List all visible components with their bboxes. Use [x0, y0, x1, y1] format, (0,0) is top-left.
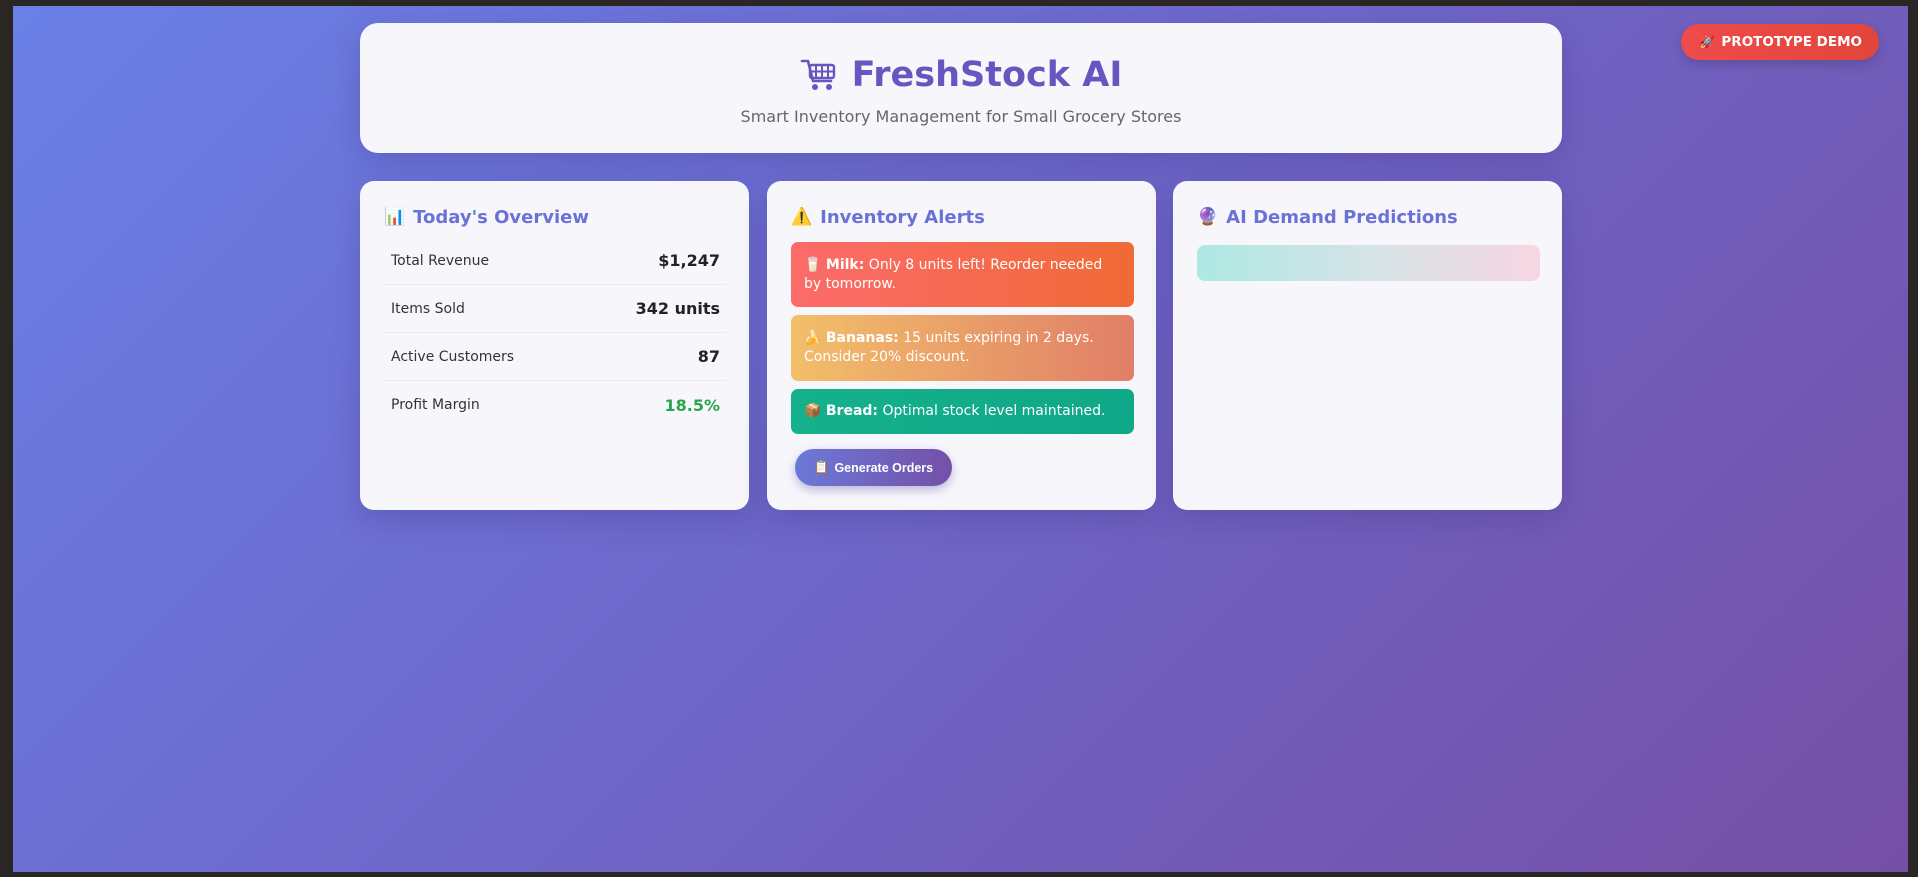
overview-stats: Total Revenue $1,247 Items Sold 342 unit… [384, 237, 727, 429]
alert-bread: 📦 Bread: Optimal stock level maintained. [791, 389, 1134, 434]
app-subtitle: Smart Inventory Management for Small Gro… [740, 107, 1182, 126]
package-icon: 📦 [804, 403, 822, 419]
shopping-cart-icon [800, 59, 835, 90]
stat-row-profit-margin: Profit Margin 18.5% [384, 381, 727, 429]
stat-label: Items Sold [391, 300, 465, 317]
stat-label: Active Customers [391, 348, 515, 365]
alerts-card: ⚠️ Inventory Alerts 🥛 Milk: Only 8 units… [767, 181, 1156, 510]
crystal-ball-icon: 🔮 [1197, 207, 1219, 227]
generate-orders-label: Generate Orders [834, 460, 934, 475]
overview-card: 📊 Today's Overview Total Revenue $1,247 … [360, 181, 749, 510]
milk-icon: 🥛 [804, 257, 822, 273]
alerts-title-text: Inventory Alerts [820, 206, 985, 228]
alerts-title: ⚠️ Inventory Alerts [791, 203, 1134, 231]
alert-bananas: 🍌 Bananas: 15 units expiring in 2 days. … [791, 315, 1134, 381]
app-background: 🚀 PROTOTYPE DEMO FreshStock AI Smart Inv… [13, 6, 1908, 872]
alerts-list: 🥛 Milk: Only 8 units left! Reorder neede… [791, 242, 1134, 434]
stat-row-total-revenue: Total Revenue $1,247 [384, 237, 727, 285]
alert-message: Optimal stock level maintained. [878, 403, 1106, 419]
stat-value: $1,247 [658, 251, 720, 270]
generate-orders-button[interactable]: 📋 Generate Orders [795, 449, 952, 486]
rocket-icon: 🚀 [1699, 35, 1715, 49]
alert-item-name: Bread: [825, 403, 879, 419]
bar-chart-icon: 📊 [384, 207, 406, 227]
stat-label: Profit Margin [391, 397, 480, 413]
stat-value: 342 units [635, 299, 720, 318]
header-card: FreshStock AI Smart Inventory Management… [360, 23, 1562, 153]
predictions-card: 🔮 AI Demand Predictions [1173, 181, 1562, 510]
app-title-text: FreshStock AI [851, 55, 1123, 95]
stat-row-items-sold: Items Sold 342 units [384, 285, 727, 333]
stat-value: 87 [697, 347, 720, 366]
clipboard-icon: 📋 [813, 460, 830, 474]
alert-milk: 🥛 Milk: Only 8 units left! Reorder neede… [791, 242, 1134, 307]
predictions-loading-bar [1197, 245, 1540, 281]
prototype-demo-badge[interactable]: 🚀 PROTOTYPE DEMO [1681, 24, 1879, 60]
stat-row-active-customers: Active Customers 87 [384, 333, 727, 381]
stat-value-profit: 18.5% [664, 395, 720, 415]
warning-icon: ⚠️ [791, 207, 813, 227]
stat-label: Total Revenue [391, 252, 490, 269]
app-title: FreshStock AI [360, 55, 1562, 95]
alert-item-name: Bananas: [825, 330, 899, 346]
overview-title-text: Today's Overview [413, 206, 589, 228]
demo-badge-label: PROTOTYPE DEMO [1721, 34, 1862, 50]
predictions-title-text: AI Demand Predictions [1226, 206, 1458, 228]
overview-title: 📊 Today's Overview [384, 203, 727, 231]
alert-item-name: Milk: [825, 257, 865, 273]
predictions-title: 🔮 AI Demand Predictions [1197, 203, 1540, 231]
banana-icon: 🍌 [804, 330, 822, 346]
